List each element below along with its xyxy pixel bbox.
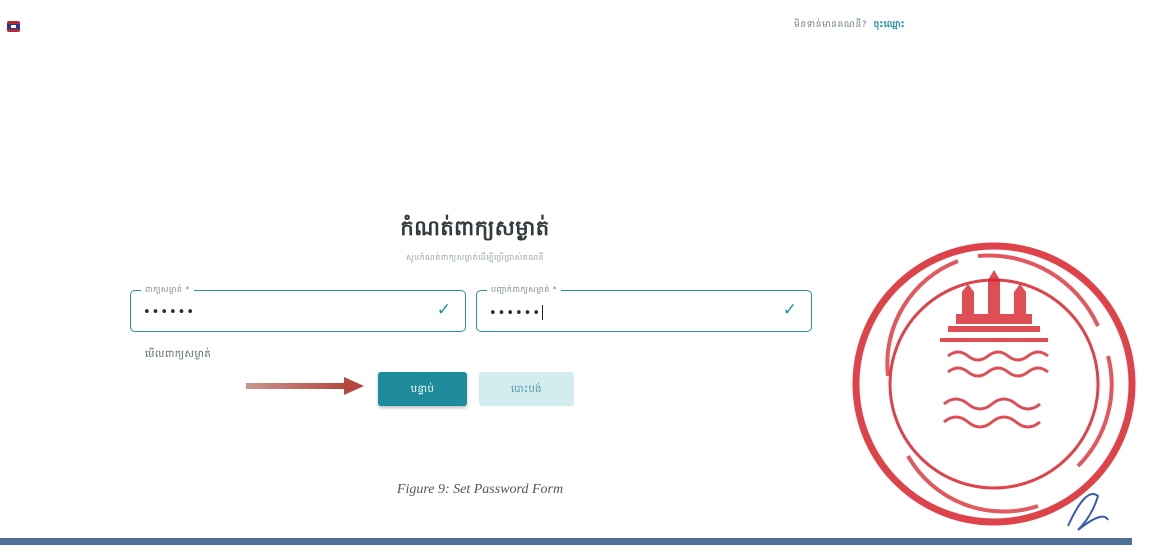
register-link[interactable]: ចុះឈ្មោះ — [874, 20, 906, 30]
login-prompt-text: មិនទាន់មានគណនី? — [794, 20, 868, 30]
bottom-bar — [0, 538, 1132, 545]
confirm-password-field[interactable]: បញ្ជាក់ពាក្យសម្ងាត់ * •••••• ✓ — [476, 284, 812, 332]
show-password-toggle[interactable]: មើលពាក្យសម្ងាត់ — [145, 347, 211, 362]
password-input[interactable]: •••••• — [143, 305, 195, 320]
cambodia-flag-icon[interactable] — [7, 21, 20, 32]
official-seal-stamp — [852, 242, 1136, 531]
password-field[interactable]: ពាក្យសម្ងាត់ * •••••• ✓ — [130, 284, 466, 332]
annotation-arrow-icon — [246, 377, 364, 395]
header-login-prompt: មិនទាន់មានគណនី? ចុះឈ្មោះ — [794, 19, 905, 32]
skip-button[interactable]: បោះបង់ — [479, 372, 574, 406]
confirm-password-label: បញ្ជាក់ពាក្យសម្ងាត់ * — [487, 284, 562, 296]
check-icon: ✓ — [436, 300, 451, 320]
page-title: កំណត់ពាក្យសម្ងាត់ — [400, 216, 550, 240]
page-subtitle: សូមកំណត់ពាក្យសម្ងាត់ដើម្បីប្រើប្រាស់គណនី — [406, 253, 544, 262]
next-button[interactable]: បន្ទាប់ — [378, 372, 467, 406]
figure-caption: Figure 9: Set Password Form — [396, 482, 564, 497]
password-label: ពាក្យសម្ងាត់ * — [141, 284, 194, 296]
confirm-password-input[interactable]: •••••• — [489, 305, 544, 321]
check-icon: ✓ — [782, 300, 797, 320]
text-caret — [542, 305, 544, 320]
